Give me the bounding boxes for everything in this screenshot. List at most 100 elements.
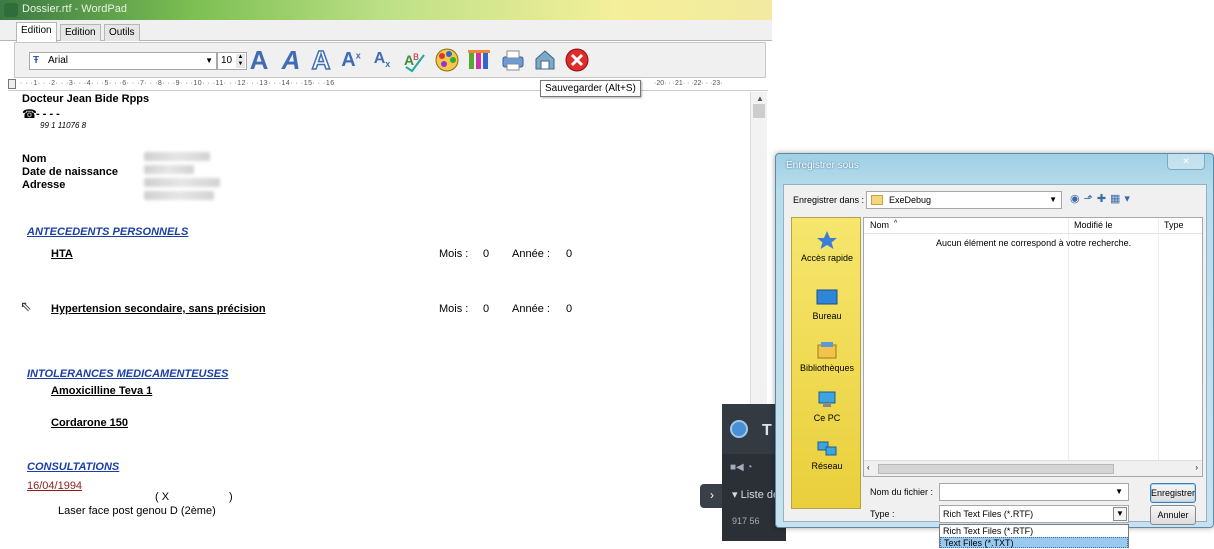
palette-button[interactable]: [433, 46, 461, 74]
type-value: Rich Text Files (*.RTF): [943, 509, 1034, 519]
save-dialog-button[interactable]: Enregistrer: [1150, 483, 1196, 503]
tab-strip: Edition Edition Outils: [0, 20, 772, 42]
place-libraries[interactable]: Bibliothèques: [792, 340, 862, 373]
phone-icon: ☎: [22, 107, 37, 121]
font-name: Arial: [48, 55, 69, 66]
antecedent-1-mois: 0: [483, 248, 490, 260]
document-body[interactable]: Docteur Jean Bide Rpps ☎ - - - - 99 1 11…: [22, 93, 742, 541]
column-divider: [1068, 218, 1069, 476]
place-quick-access[interactable]: Accès rapide: [792, 230, 862, 263]
spin-icon[interactable]: ▲ ▼: [236, 54, 245, 68]
font-shrink-icon: A: [281, 44, 301, 75]
font-type-icon: Ŧ: [33, 55, 40, 66]
place-this-pc-label: Ce PC: [813, 413, 841, 423]
chevron-down-icon[interactable]: ▼: [1115, 487, 1123, 496]
type-option-rtf[interactable]: Rich Text Files (*.RTF): [940, 526, 1128, 537]
consultation-bracket-open: ( X: [155, 491, 170, 503]
place-this-pc[interactable]: Ce PC: [792, 390, 862, 423]
desktop-icon: [816, 289, 838, 305]
video-icon[interactable]: ■◀ ◔: [730, 462, 753, 473]
view-menu-icon[interactable]: ▦▾: [1110, 193, 1134, 205]
place-desktop[interactable]: Bureau: [792, 288, 862, 321]
columns-icon: [468, 50, 490, 69]
column-type[interactable]: Type: [1164, 220, 1184, 230]
column-modified[interactable]: Modifié le: [1074, 220, 1113, 230]
up-folder-icon[interactable]: ⬏: [1084, 193, 1097, 205]
type-option-txt[interactable]: Text Files (*.TXT): [940, 537, 1128, 548]
dialog-close-button[interactable]: ✕: [1167, 154, 1205, 170]
horizontal-scrollbar[interactable]: ‹ ›: [864, 460, 1202, 476]
close-icon: ✕: [1182, 156, 1190, 166]
ruler: · · ·1· · ·2· · ·3· · ·4· · ·5· · ·6· · …: [8, 79, 768, 91]
computer-icon: [818, 391, 836, 407]
chevron-down-icon[interactable]: ▼: [1113, 507, 1127, 521]
tab-outils[interactable]: Outils: [104, 24, 140, 41]
empty-message: Aucun élément ne correspond à votre rech…: [936, 238, 1132, 248]
address-label: Adresse: [22, 179, 66, 191]
close-button[interactable]: [563, 46, 591, 74]
font-size-value: 10: [221, 55, 233, 66]
chat-panel-title: T: [762, 422, 772, 439]
scroll-up-icon[interactable]: ▲: [756, 94, 764, 103]
cancel-button[interactable]: Annuler: [1150, 505, 1196, 525]
ruler-marker-icon[interactable]: [8, 79, 16, 89]
place-network-label: Réseau: [811, 461, 843, 471]
contact-list-toggle[interactable]: ▾ Liste de: [732, 488, 779, 501]
print-button[interactable]: [499, 46, 527, 74]
column-name[interactable]: Nom: [870, 220, 889, 230]
place-network[interactable]: Réseau: [792, 438, 862, 471]
back-icon[interactable]: ◉: [1070, 193, 1084, 205]
columns-button[interactable]: [465, 46, 493, 74]
save-in-value: ExeDebug: [889, 195, 932, 205]
file-list[interactable]: Nom ^ Modifié le Type Aucun élément ne c…: [863, 217, 1203, 477]
save-in-select[interactable]: ExeDebug ▼: [866, 191, 1062, 209]
font-outline-button[interactable]: A: [307, 44, 335, 76]
scroll-thumb[interactable]: [753, 104, 765, 118]
superscript-icon: Ax: [341, 48, 361, 71]
dialog-title: Enregistrer sous: [786, 160, 859, 171]
app-icon: [4, 3, 18, 17]
antecedent-1-annee-label: Année :: [512, 248, 550, 260]
print-icon: [502, 50, 524, 71]
superscript-button[interactable]: Ax: [337, 46, 365, 74]
font-select[interactable]: Ŧ Arial ▼: [29, 52, 217, 70]
place-quick-access-label: Accès rapide: [800, 253, 854, 263]
scroll-right-icon[interactable]: ›: [1195, 463, 1198, 472]
navigation-icons[interactable]: ◉⬏✚▦▾: [1070, 192, 1134, 205]
star-icon: [817, 231, 837, 249]
app-logo-icon: [730, 420, 748, 438]
spellcheck-button[interactable]: AB: [401, 46, 429, 74]
type-dropdown-list[interactable]: Rich Text Files (*.RTF) Text Files (*.TX…: [939, 524, 1129, 548]
folder-icon: [871, 195, 883, 205]
font-grow-icon: A: [249, 44, 269, 75]
contact-number: 917 56: [732, 516, 760, 526]
tab-edition-2[interactable]: Edition: [60, 24, 101, 41]
font-grow-button[interactable]: A: [245, 44, 273, 75]
type-select[interactable]: Rich Text Files (*.RTF) ▼: [939, 505, 1129, 523]
font-size-stepper[interactable]: 10 ▲ ▼: [217, 52, 247, 70]
subscript-button[interactable]: Ax: [368, 46, 396, 74]
antecedent-1-mois-label: Mois :: [439, 248, 469, 260]
toolbar: Ŧ Arial ▼ 10 ▲ ▼ A A A Ax Ax AB: [14, 42, 766, 78]
antecedent-2-mois: 0: [483, 303, 490, 315]
save-button[interactable]: [531, 46, 559, 74]
network-icon: [817, 441, 837, 456]
consultation-bracket-close: ): [229, 491, 233, 503]
new-folder-icon[interactable]: ✚: [1097, 193, 1110, 205]
scroll-thumb[interactable]: [878, 464, 1114, 474]
panel-expand-button[interactable]: ›: [700, 484, 724, 508]
place-libraries-label: Bibliothèques: [799, 363, 855, 373]
blurred-name: [144, 152, 210, 161]
font-outline-icon: A: [311, 44, 331, 76]
title-bar: Dossier.rtf - WordPad: [0, 0, 772, 20]
tab-edition[interactable]: Edition: [16, 22, 57, 42]
sort-up-icon: ^: [894, 220, 898, 227]
editor-window: Dossier.rtf - WordPad Edition Edition Ou…: [0, 0, 772, 541]
section-consultations: CONSULTATIONS: [27, 461, 120, 473]
chevron-down-icon: ▼: [1049, 195, 1057, 204]
blurred-address: [144, 178, 220, 187]
filename-input[interactable]: ▼: [939, 483, 1129, 501]
scroll-left-icon[interactable]: ‹: [867, 463, 870, 472]
save-in-label: Enregistrer dans :: [793, 195, 865, 205]
font-italic-button[interactable]: A: [277, 44, 305, 75]
